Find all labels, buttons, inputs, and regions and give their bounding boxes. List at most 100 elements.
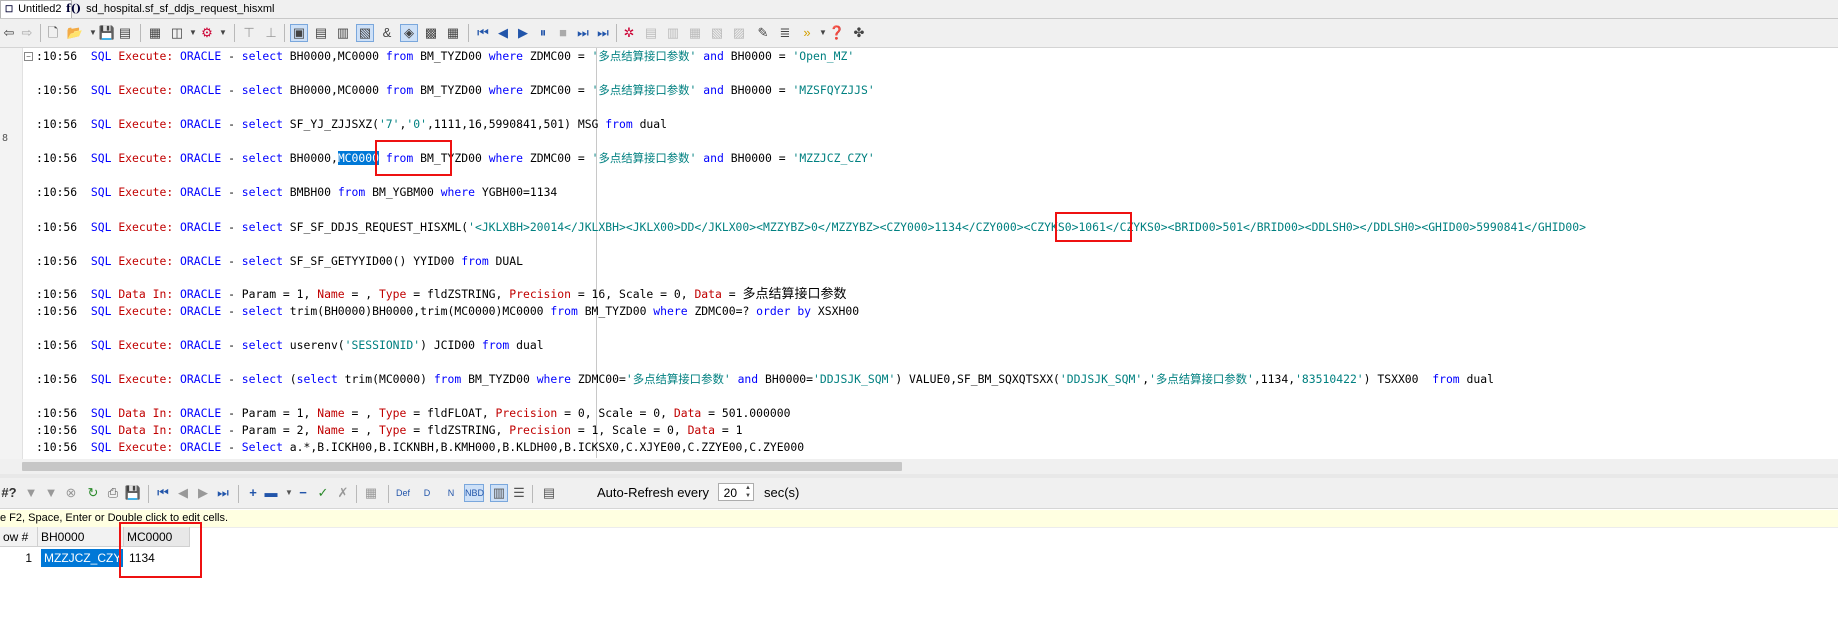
result-grid[interactable]: ow # BH0000 MC0000 1 MZZJCZ_CZY 1134 bbox=[0, 527, 1838, 638]
log-line[interactable]: :10:56 SQL Execute: ORACLE - select (sel… bbox=[36, 371, 1494, 388]
d-view-icon[interactable]: D bbox=[418, 484, 436, 502]
log-line[interactable]: :10:56 SQL Execute: ORACLE - select user… bbox=[36, 337, 544, 354]
log-sql-prepare-icon[interactable]: ▤ bbox=[312, 24, 330, 42]
query-icon[interactable]: #? bbox=[0, 484, 18, 502]
filter-icon[interactable]: ▼ bbox=[22, 484, 40, 502]
export-icon[interactable]: ▤ bbox=[540, 484, 558, 502]
log-line[interactable]: :10:56 SQL Execute: ORACLE - select BH00… bbox=[36, 48, 854, 65]
plugin-icon[interactable]: ✤ bbox=[850, 24, 868, 42]
log-line[interactable]: :10:56 SQL Execute: ORACLE - Select a.*,… bbox=[36, 439, 804, 456]
grid-icon[interactable]: ▦ bbox=[362, 484, 380, 502]
chevron-down-icon[interactable]: ▼ bbox=[214, 24, 232, 42]
log-misc-icon[interactable]: ▦ bbox=[444, 24, 462, 42]
help-icon[interactable]: ❓ bbox=[828, 24, 846, 42]
log-line[interactable]: :10:56 SQL Data In: ORACLE - Param = 2, … bbox=[36, 422, 742, 439]
debug-icon[interactable]: ✲ bbox=[620, 24, 638, 42]
log-token: ORACLE bbox=[180, 423, 229, 437]
new-file-icon[interactable]: 🗋 bbox=[44, 24, 62, 42]
forward-arrow-icon[interactable]: ⇨ bbox=[18, 24, 36, 42]
log-line[interactable]: :10:56 SQL Execute: ORACLE - select BMBH… bbox=[36, 184, 557, 201]
log-token: SQL bbox=[90, 151, 119, 165]
pause-icon[interactable]: ⏸ bbox=[534, 24, 552, 42]
next-record-icon[interactable]: ▶ bbox=[194, 484, 212, 502]
log-token: ) JCID00 bbox=[420, 338, 482, 352]
log-line[interactable]: :10:56 SQL Execute: ORACLE - select trim… bbox=[36, 303, 859, 320]
log-stmt-icon[interactable]: ◈ bbox=[400, 24, 418, 42]
log-token: dual bbox=[1466, 372, 1494, 386]
log-token: - bbox=[228, 151, 242, 165]
log-data-in-icon[interactable]: ▧ bbox=[356, 24, 374, 42]
log-line[interactable]: :10:56 SQL Data In: ORACLE - Param = 1, … bbox=[36, 286, 846, 303]
first-record-icon[interactable]: ⏮ bbox=[154, 484, 172, 502]
disabled-tool-icon[interactable]: ▥ bbox=[664, 24, 682, 42]
log-token: select bbox=[241, 338, 290, 352]
disabled-tool-icon[interactable]: ▨ bbox=[730, 24, 748, 42]
last-record-icon[interactable]: ⏭ bbox=[214, 484, 232, 502]
log-blob-icon[interactable]: ▩ bbox=[422, 24, 440, 42]
disabled-tool-icon[interactable]: ▦ bbox=[686, 24, 704, 42]
log-token: :10:56 bbox=[36, 406, 91, 420]
default-view-icon[interactable]: Def bbox=[394, 484, 412, 502]
insert-menu-icon[interactable]: ▬ bbox=[262, 484, 280, 502]
print-icon[interactable]: ⎙ bbox=[104, 484, 122, 502]
post-edit-icon[interactable]: ✓ bbox=[314, 484, 332, 502]
stop-icon[interactable]: ■ bbox=[554, 24, 572, 42]
layers-icon[interactable]: ≣ bbox=[776, 24, 794, 42]
save-all-icon[interactable]: ▤ bbox=[116, 24, 134, 42]
spin-up-icon[interactable]: ▲ bbox=[745, 485, 751, 492]
log-token: ZDMC00=? bbox=[694, 304, 757, 318]
clear-filter-icon[interactable]: ⊥ bbox=[262, 24, 280, 42]
cell-bh0000[interactable]: MZZJCZ_CZY bbox=[41, 549, 123, 567]
play-icon[interactable]: ▶ bbox=[514, 24, 532, 42]
previous-icon[interactable]: ◀ bbox=[494, 24, 512, 42]
delete-record-icon[interactable]: − bbox=[294, 484, 312, 502]
view-icon[interactable]: ▦ bbox=[146, 24, 164, 42]
sql-monitor-log[interactable]: 8 − :10:56 SQL Execute: ORACLE - select … bbox=[0, 48, 1838, 460]
nbd-view-icon[interactable]: NBD bbox=[464, 484, 484, 502]
disabled-tool-icon[interactable]: ▧ bbox=[708, 24, 726, 42]
next-icon[interactable]: ⏭ bbox=[574, 24, 592, 42]
log-line[interactable]: :10:56 SQL Execute: ORACLE - select SF_Y… bbox=[36, 116, 667, 133]
save-icon[interactable]: 💾 bbox=[98, 24, 116, 42]
log-token: BH0000 = bbox=[730, 49, 793, 63]
last-icon[interactable]: ⏭ bbox=[594, 24, 612, 42]
refresh-icon[interactable]: ↻ bbox=[84, 484, 102, 502]
log-line[interactable]: :10:56 SQL Execute: ORACLE - select SF_S… bbox=[36, 219, 1586, 236]
column-header-bh0000[interactable]: BH0000 bbox=[38, 527, 124, 547]
wizard-icon[interactable]: ✎ bbox=[754, 24, 772, 42]
save-icon[interactable]: 💾 bbox=[124, 484, 142, 502]
insert-record-icon[interactable]: + bbox=[244, 484, 262, 502]
log-sql-execute-icon[interactable]: ▣ bbox=[290, 24, 308, 42]
line-gutter: 8 bbox=[0, 48, 23, 460]
spin-down-icon[interactable]: ▼ bbox=[745, 493, 751, 500]
back-arrow-icon[interactable]: ⇦ bbox=[0, 24, 18, 42]
log-transact-icon[interactable]: & bbox=[378, 24, 396, 42]
n-view-icon[interactable]: N bbox=[442, 484, 460, 502]
log-line[interactable]: :10:56 SQL Execute: ORACLE - select BH00… bbox=[36, 150, 875, 167]
grid-view-icon[interactable]: ▥ bbox=[490, 484, 508, 502]
scrollbar-thumb[interactable] bbox=[22, 462, 902, 471]
log-token: 多点结算接口参数 bbox=[742, 287, 847, 302]
tab-sf-sf-ddjs-request-hisxml[interactable]: f() sd_hospital.sf_sf_ddjs_request_hisxml bbox=[62, 0, 280, 17]
first-icon[interactable]: ⏮ bbox=[474, 24, 492, 42]
cancel-edit-icon[interactable]: ✗ bbox=[334, 484, 352, 502]
log-token: from bbox=[550, 304, 585, 318]
row-number-header[interactable]: ow # bbox=[0, 527, 38, 547]
log-token: Name bbox=[317, 287, 352, 301]
log-line[interactable]: :10:56 SQL Data In: ORACLE - Param = 1, … bbox=[36, 405, 790, 422]
filter-icon[interactable]: ⊤ bbox=[240, 24, 258, 42]
horizontal-scrollbar[interactable] bbox=[0, 459, 1838, 474]
open-folder-icon[interactable]: 📂 bbox=[66, 24, 84, 42]
prior-record-icon[interactable]: ◀ bbox=[174, 484, 192, 502]
cancel-icon[interactable]: ⊗ bbox=[62, 484, 80, 502]
form-view-icon[interactable]: ☰ bbox=[510, 484, 528, 502]
clear-filter-icon[interactable]: ▼ bbox=[42, 484, 60, 502]
log-token: where bbox=[488, 151, 530, 165]
log-line[interactable]: :10:56 SQL Execute: ORACLE - select SF_S… bbox=[36, 253, 523, 270]
collapse-icon[interactable]: − bbox=[24, 52, 33, 61]
log-sql-fetch-icon[interactable]: ▥ bbox=[334, 24, 352, 42]
disabled-tool-icon[interactable]: ▤ bbox=[642, 24, 660, 42]
log-token: BH0000 = bbox=[730, 151, 793, 165]
auto-refresh-interval[interactable]: 20 ▲ ▼ bbox=[718, 483, 754, 501]
log-line[interactable]: :10:56 SQL Execute: ORACLE - select BH00… bbox=[36, 82, 875, 99]
